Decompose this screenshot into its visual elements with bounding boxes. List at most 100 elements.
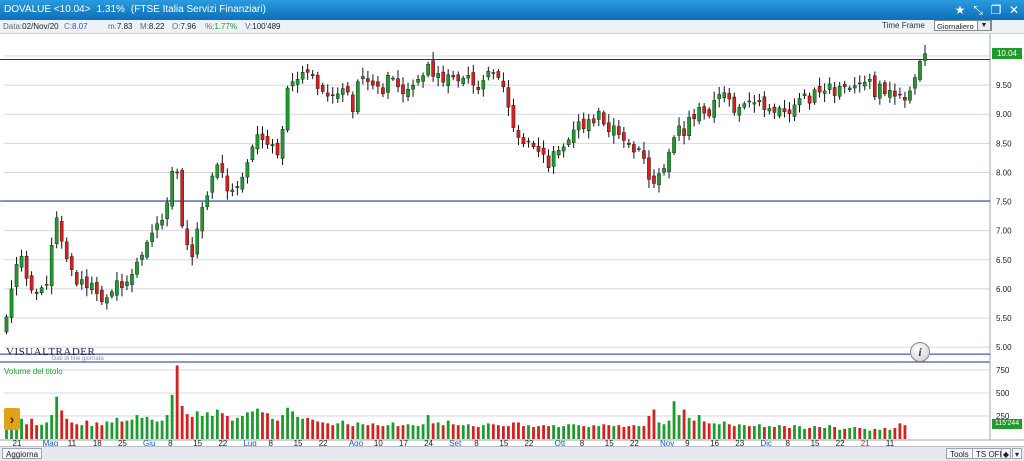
close-icon[interactable]: ✕	[1007, 3, 1021, 17]
chevron-down-icon[interactable]: ▼	[977, 20, 991, 31]
volume-bar	[843, 428, 847, 439]
candle-body	[596, 111, 601, 120]
volume-bar	[707, 423, 711, 439]
candle-body	[44, 284, 49, 286]
volume-bar	[808, 427, 811, 439]
candle-body	[4, 316, 9, 333]
volume-bar	[652, 409, 656, 439]
volume-bar	[235, 417, 239, 439]
candle-body	[682, 128, 686, 136]
x-tick-label: Dic	[760, 439, 772, 446]
chevron-right-icon[interactable]: ›	[4, 408, 20, 430]
info-icon[interactable]: i	[910, 342, 930, 362]
candle-body	[491, 72, 496, 74]
volume-bar	[421, 424, 425, 439]
resize-icon[interactable]: ⤡	[971, 3, 985, 17]
volume-bar	[145, 416, 149, 439]
candle-body	[873, 75, 877, 97]
volume-bar	[20, 418, 23, 439]
volume-bar	[903, 425, 907, 439]
volume-bar	[240, 416, 244, 439]
volume-bar	[662, 424, 666, 439]
volume-bar	[130, 419, 134, 439]
volume-bar	[607, 425, 611, 439]
candle-body	[556, 150, 561, 156]
chevron-down-small-icon[interactable]: ▾	[1012, 448, 1022, 459]
volume-bar	[401, 425, 405, 439]
candle-body	[210, 175, 215, 193]
candle-body	[351, 94, 355, 113]
candle-body	[14, 264, 19, 287]
volume-bar	[818, 427, 821, 439]
volume-bar	[456, 425, 460, 439]
volume-bar	[40, 424, 44, 439]
volume-bar	[180, 405, 184, 439]
candle-body	[235, 186, 240, 189]
volume-bar	[70, 422, 74, 439]
chart-area[interactable]: 10.009.509.008.508.007.507.006.506.005.5…	[0, 34, 1024, 448]
candle-body	[265, 136, 270, 145]
volume-bar	[296, 416, 300, 439]
diamond-icon[interactable]: ◆	[1001, 448, 1011, 459]
candle-body	[627, 143, 631, 145]
x-tick-label: 23	[735, 439, 744, 446]
x-tick-label: 8	[269, 439, 274, 446]
candle-body	[878, 83, 882, 99]
candle-body	[356, 81, 360, 113]
candle-body	[290, 81, 295, 87]
star-icon[interactable]: ★	[953, 3, 967, 17]
candle-body	[888, 90, 892, 98]
volume-bar	[190, 416, 194, 439]
candle-body	[371, 80, 375, 86]
candle-body	[837, 86, 842, 97]
candle-body	[737, 107, 742, 116]
volume-bar	[50, 415, 54, 439]
market-label: (FTSE Italia Servizi Finanziari)	[130, 4, 266, 15]
volume-bar	[60, 410, 64, 439]
volume-bar	[391, 422, 395, 439]
candle-body	[662, 168, 666, 173]
candle-body	[707, 109, 711, 117]
tools-button[interactable]: Tools	[946, 448, 973, 459]
candle-body	[586, 119, 591, 132]
window-title: DOVALUE <10.04> 1.31% (FTSE Italia Servizi…	[4, 4, 272, 15]
volume-bar	[210, 416, 214, 439]
last-price-tag: 10.04	[992, 48, 1022, 59]
candle-body	[19, 256, 24, 268]
price-chart[interactable]: 10.009.509.008.508.007.507.006.506.005.5…	[0, 34, 1024, 448]
volume-bar	[823, 427, 827, 439]
candle-body	[471, 72, 476, 86]
volume-bar	[527, 425, 530, 439]
x-tick-label: 11	[886, 439, 895, 446]
volume-bar	[436, 422, 440, 439]
volume-bar	[90, 426, 94, 439]
candle-body	[451, 75, 456, 78]
restore-icon[interactable]: ❐	[989, 3, 1003, 17]
volume-tick-label: 750	[996, 366, 1010, 375]
candle-body	[903, 97, 907, 101]
volume-bar	[205, 412, 209, 439]
volume-bar	[491, 424, 495, 439]
timeframe-label: Time Frame	[882, 21, 925, 30]
volume-bar	[326, 423, 330, 439]
volume-bar	[702, 421, 706, 439]
candle-body	[300, 72, 305, 80]
candle-body	[285, 87, 290, 131]
candle-body	[200, 207, 205, 232]
candle-body	[546, 155, 551, 168]
x-tick-label: 8	[474, 439, 479, 446]
x-tick-label: 22	[218, 439, 227, 446]
volume-bar	[150, 419, 154, 439]
y-tick-label: 9.00	[996, 110, 1012, 119]
volume-bar	[562, 426, 566, 439]
volume-bar	[602, 424, 606, 439]
refresh-button[interactable]: Aggiorna	[2, 448, 43, 459]
volume-bar	[165, 415, 169, 439]
volume-bar	[75, 424, 79, 439]
volume-bar	[838, 429, 842, 439]
quote-date: Data:02/Nov/20	[3, 22, 59, 31]
volume-bar	[627, 426, 631, 439]
candle-body	[822, 90, 827, 94]
volume-bar	[848, 427, 852, 439]
volume-bar	[331, 425, 335, 439]
